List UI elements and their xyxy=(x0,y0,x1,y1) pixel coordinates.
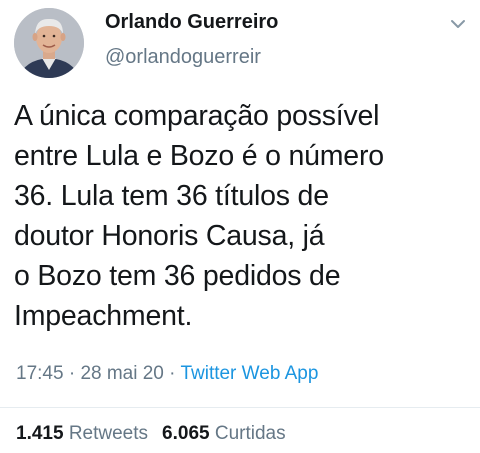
divider xyxy=(0,407,480,408)
tweet-text-line: doutor Honoris Causa, já xyxy=(14,220,325,252)
tweet-date[interactable]: 28 mai 20 xyxy=(80,363,163,384)
tweet-source-link[interactable]: Twitter Web App xyxy=(180,363,318,384)
tweet-time[interactable]: 17:45 xyxy=(16,363,64,384)
tweet-text-line: Impeachment. xyxy=(14,300,193,332)
retweets-count: 1.415 xyxy=(16,423,64,444)
chevron-down-icon[interactable] xyxy=(448,14,468,34)
profile-photo xyxy=(14,8,84,78)
tweet-text-line: A única comparação possível xyxy=(14,100,380,132)
author-handle[interactable]: @orlandoguerreir xyxy=(105,46,261,69)
tweet-text-line: entre Lula e Bozo é o número xyxy=(14,140,384,172)
meta-separator: · xyxy=(63,363,81,384)
likes-stat[interactable]: 6.065 Curtidas xyxy=(162,423,286,444)
tweet-text-line: 36. Lula tem 36 títulos de xyxy=(14,180,329,212)
tweet-card: Orlando Guerreiro @orlandoguerreir A úni… xyxy=(0,0,480,453)
meta-separator: · xyxy=(163,363,181,384)
tweet-stats: 1.415 Retweets 6.065 Curtidas xyxy=(16,423,286,445)
retweets-label: Retweets xyxy=(68,423,149,444)
retweets-stat[interactable]: 1.415 Retweets xyxy=(16,423,148,444)
likes-label: Curtidas xyxy=(214,423,286,444)
tweet-text-line: o Bozo tem 36 pedidos de xyxy=(14,260,341,292)
likes-count: 6.065 xyxy=(162,423,210,444)
tweet-text: A única comparação possível entre Lula e… xyxy=(14,96,474,336)
author-display-name[interactable]: Orlando Guerreiro xyxy=(105,11,278,34)
tweet-meta: 17:45 · 28 mai 20 · Twitter Web App xyxy=(16,363,318,385)
avatar[interactable] xyxy=(14,8,84,78)
